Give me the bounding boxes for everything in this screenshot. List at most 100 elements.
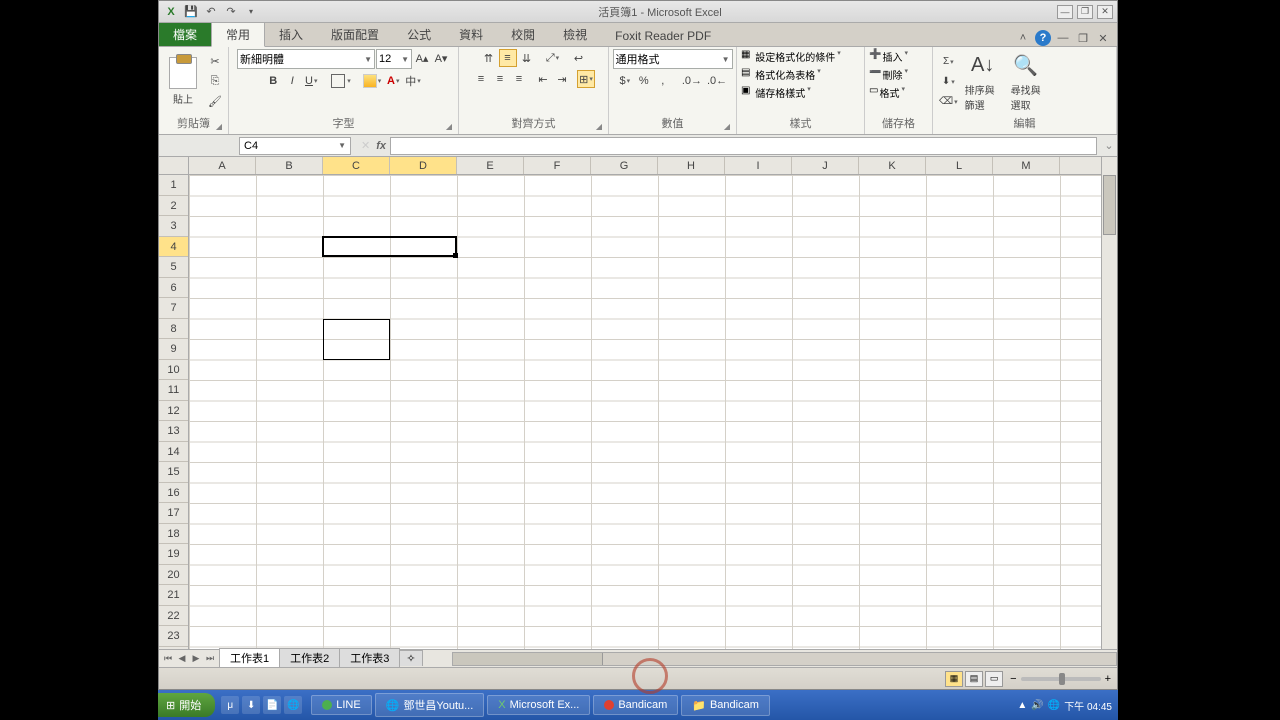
page-layout-view-button[interactable]: ▤ <box>965 671 983 687</box>
doc-restore-icon[interactable]: ❐ <box>1075 30 1091 46</box>
ribbon-minimize-icon[interactable]: ˄ <box>1015 30 1031 46</box>
ql-icon[interactable]: μ <box>221 696 239 714</box>
expand-formula-icon[interactable]: ⌄ <box>1101 139 1117 152</box>
align-top-icon[interactable]: ⇈ <box>480 49 498 67</box>
row-header-2[interactable]: 2 <box>159 196 188 217</box>
col-header-C[interactable]: C <box>323 157 390 174</box>
sheet-nav-first-icon[interactable]: ⏮ <box>161 653 175 664</box>
merge-center-button[interactable]: ⊞▾ <box>577 70 595 88</box>
decrease-indent-icon[interactable]: ⇤ <box>534 70 552 88</box>
row-header-13[interactable]: 13 <box>159 421 188 442</box>
taskbar-item-folder[interactable]: 📁Bandicam <box>681 695 770 716</box>
col-header-B[interactable]: B <box>256 157 323 174</box>
currency-icon[interactable]: $▾ <box>616 72 634 90</box>
ql-icon[interactable]: 🌐 <box>284 696 302 714</box>
row-header-19[interactable]: 19 <box>159 544 188 565</box>
align-left-icon[interactable]: ≡ <box>472 70 490 88</box>
sort-filter-button[interactable]: A↓ 排序與篩選 <box>963 52 1003 112</box>
select-all-corner[interactable] <box>159 157 189 175</box>
col-header-D[interactable]: D <box>390 157 457 174</box>
system-tray[interactable]: ▲ 🔊 🌐 下午 04:45 <box>1017 698 1118 713</box>
row-header-8[interactable]: 8 <box>159 319 188 340</box>
row-header-22[interactable]: 22 <box>159 606 188 627</box>
close-button[interactable]: ✕ <box>1097 5 1113 19</box>
row-header-15[interactable]: 15 <box>159 462 188 483</box>
decrease-decimal-icon[interactable]: .0← <box>705 72 729 90</box>
decrease-font-icon[interactable]: A▾ <box>432 49 450 67</box>
paste-button[interactable]: 貼上 <box>163 57 203 106</box>
format-painter-icon[interactable]: 🖌 <box>206 93 224 111</box>
dialog-launcher-icon[interactable]: ◢ <box>216 122 222 131</box>
scrollbar-thumb[interactable] <box>1103 175 1116 235</box>
column-headers[interactable]: ABCDEFGHIJKLM <box>189 157 1101 175</box>
maximize-button[interactable]: ❐ <box>1077 5 1093 19</box>
row-header-11[interactable]: 11 <box>159 380 188 401</box>
tab-insert[interactable]: 插入 <box>265 23 317 46</box>
clear-icon[interactable]: ⌫▾ <box>937 93 960 111</box>
name-box[interactable]: C4▼ <box>239 137 351 155</box>
col-header-L[interactable]: L <box>926 157 993 174</box>
row-header-4[interactable]: 4 <box>159 237 188 258</box>
orientation-icon[interactable]: ⤢▾ <box>544 49 562 67</box>
row-header-16[interactable]: 16 <box>159 483 188 504</box>
cancel-icon[interactable]: ✕ <box>361 139 370 152</box>
help-icon[interactable]: ? <box>1035 30 1051 46</box>
dialog-launcher-icon[interactable]: ◢ <box>446 122 452 131</box>
align-middle-icon[interactable]: ≡ <box>499 49 517 67</box>
doc-close-icon[interactable]: ✕ <box>1095 30 1111 46</box>
comma-icon[interactable]: , <box>654 72 672 90</box>
taskbar-item-excel[interactable]: XMicrosoft Ex... <box>487 695 590 715</box>
col-header-A[interactable]: A <box>189 157 256 174</box>
fill-icon[interactable]: ⬇▾ <box>937 73 960 91</box>
ql-icon[interactable]: ⬇ <box>242 696 260 714</box>
tab-file[interactable]: 檔案 <box>159 23 211 46</box>
tab-data[interactable]: 資料 <box>445 23 497 46</box>
zoom-slider[interactable] <box>1021 677 1101 681</box>
ql-icon[interactable]: 📄 <box>263 696 281 714</box>
row-header-1[interactable]: 1 <box>159 175 188 196</box>
increase-font-icon[interactable]: A▴ <box>413 49 431 67</box>
tray-icon[interactable]: 🔊 <box>1031 700 1043 711</box>
align-right-icon[interactable]: ≡ <box>510 70 528 88</box>
fill-color-button[interactable]: ▾ <box>361 72 384 90</box>
sheet-nav-next-icon[interactable]: ▶ <box>189 653 203 664</box>
border-button[interactable]: ▾ <box>328 72 353 90</box>
tab-view[interactable]: 檢視 <box>549 23 601 46</box>
conditional-formatting-button[interactable]: ▦ 設定格式化的條件▾ <box>741 49 841 64</box>
underline-button[interactable]: U▾ <box>302 72 320 90</box>
sheet-tab-3[interactable]: 工作表3 <box>339 648 400 667</box>
delete-cells-button[interactable]: ➖刪除▾ <box>869 67 908 82</box>
row-header-3[interactable]: 3 <box>159 216 188 237</box>
undo-icon[interactable]: ↶ <box>203 4 219 20</box>
qat-more-icon[interactable]: ▾ <box>243 4 259 20</box>
row-headers[interactable]: 1234567891011121314151617181920212223 <box>159 175 189 649</box>
tray-icon[interactable]: 🌐 <box>1048 700 1060 711</box>
font-color-button[interactable]: A▾ <box>384 72 402 90</box>
col-header-E[interactable]: E <box>457 157 524 174</box>
percent-icon[interactable]: % <box>635 72 653 90</box>
align-bottom-icon[interactable]: ⇊ <box>518 49 536 67</box>
row-header-18[interactable]: 18 <box>159 524 188 545</box>
sheet-nav-prev-icon[interactable]: ◀ <box>175 653 189 664</box>
fx-icon[interactable]: fx <box>376 140 386 152</box>
page-break-view-button[interactable]: ▭ <box>985 671 1003 687</box>
zoom-control[interactable]: − + <box>1010 673 1111 685</box>
cell-styles-button[interactable]: ▣ 儲存格樣式▾ <box>741 85 811 100</box>
row-header-12[interactable]: 12 <box>159 401 188 422</box>
scrollbar-thumb[interactable] <box>453 653 603 665</box>
row-header-9[interactable]: 9 <box>159 339 188 360</box>
row-header-21[interactable]: 21 <box>159 585 188 606</box>
zoom-in-icon[interactable]: + <box>1105 673 1111 685</box>
copy-icon[interactable]: ⎘ <box>206 73 224 91</box>
col-header-F[interactable]: F <box>524 157 591 174</box>
dialog-launcher-icon[interactable]: ◢ <box>724 122 730 131</box>
sheet-nav-last-icon[interactable]: ⏭ <box>203 653 217 664</box>
minimize-button[interactable]: — <box>1057 5 1073 19</box>
row-header-23[interactable]: 23 <box>159 626 188 647</box>
sheet-tab-1[interactable]: 工作表1 <box>219 648 280 667</box>
row-header-14[interactable]: 14 <box>159 442 188 463</box>
find-select-button[interactable]: 🔍 尋找與 選取 <box>1006 52 1046 112</box>
col-header-M[interactable]: M <box>993 157 1060 174</box>
tab-layout[interactable]: 版面配置 <box>317 23 393 46</box>
start-button[interactable]: ⊞ 開始 <box>158 693 215 717</box>
